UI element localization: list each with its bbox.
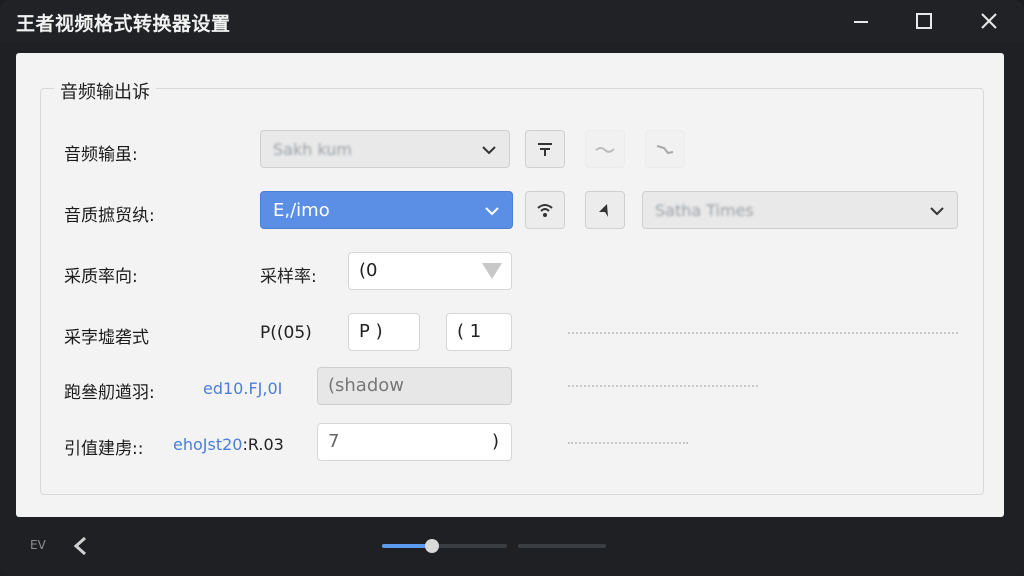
bitrate-field[interactable]: (shadow [317, 367, 512, 405]
bottom-toolbar: EV [0, 520, 1024, 576]
format-select[interactable]: Satha Times [642, 191, 958, 229]
param2-value: ( 1 [457, 321, 482, 342]
value-label: ehoJst20:R.03 [173, 435, 284, 454]
param-field-1[interactable]: P ) [348, 313, 420, 351]
window-title: 王者视频格式转换器设置 [16, 13, 231, 35]
dotted-leader [568, 332, 958, 334]
cursor-button[interactable] [585, 191, 625, 229]
filter-icon [538, 143, 552, 156]
row3-label: 采质率向: [64, 267, 138, 287]
minimize-button[interactable] [844, 6, 878, 36]
curve-icon [656, 145, 674, 155]
signal-button[interactable] [525, 191, 565, 229]
value-label-suffix: :R.03 [242, 435, 284, 454]
row2-label: 音质摭贸纨: [64, 206, 155, 226]
row4-label: 采孛墟砻式 [64, 328, 149, 348]
format-code-label: P((05) [260, 323, 312, 343]
wave-button[interactable] [585, 130, 625, 168]
close-icon [981, 13, 997, 29]
minimize-icon [854, 21, 868, 23]
param-field-2[interactable]: ( 1 [446, 313, 512, 351]
value-label-prefix: ehoJst20 [173, 435, 243, 454]
cursor-icon [599, 204, 608, 217]
ev-label: EV [30, 538, 46, 552]
maximize-button[interactable] [907, 6, 941, 36]
sample-rate-value: (0 [359, 260, 378, 281]
secondary-track [518, 544, 606, 548]
row5-label: 跑叄舠遒羽: [64, 383, 155, 403]
app-window: 王者视频格式转换器设置 音频输出诉 音频输虽: Sakh kum 音质摭贸纨: [0, 0, 1024, 576]
volume-slider[interactable] [382, 539, 507, 553]
audio-quality-select[interactable]: E,/imo [260, 191, 513, 229]
maximize-icon [916, 13, 932, 29]
curve-button[interactable] [645, 130, 685, 168]
audio-quality-value: E,/imo [273, 200, 330, 221]
row6-label: 引值建虏:: [64, 439, 144, 459]
wave-icon [595, 147, 615, 153]
sample-rate-field[interactable]: (0 [348, 252, 512, 290]
settings-panel: 音频输出诉 音频输虽: Sakh kum 音质摭贸纨: E,/imo Satha… [16, 53, 1004, 517]
audio-output-group [40, 88, 984, 495]
close-button[interactable] [972, 6, 1006, 36]
value-field-end: ) [491, 431, 499, 452]
value-field[interactable]: 7 ) [317, 423, 512, 461]
sample-rate-label: 采样率: [260, 267, 317, 287]
chevron-down-icon [482, 146, 496, 155]
value-field-text: 7 [328, 431, 340, 452]
bitrate-value: (shadow [328, 375, 404, 396]
filter-button[interactable] [525, 130, 565, 168]
format-value: Satha Times [655, 201, 754, 220]
chevron-down-icon [485, 207, 499, 216]
audio-output-select[interactable]: Sakh kum [260, 130, 510, 168]
audio-output-value: Sakh kum [273, 140, 352, 159]
bitrate-label: ed10.FJ,0I [203, 379, 283, 398]
param1-value: P ) [359, 321, 383, 342]
signal-icon [537, 204, 553, 217]
row1-label: 音频输虽: [64, 145, 138, 165]
dotted-leader [568, 385, 758, 387]
dropdown-triangle-icon [482, 263, 502, 279]
group-legend: 音频输出诉 [54, 78, 156, 104]
slider-thumb[interactable] [425, 539, 439, 553]
chevron-down-icon [930, 207, 944, 216]
dotted-leader [568, 442, 688, 444]
share-icon[interactable] [70, 535, 90, 557]
title-bar: 王者视频格式转换器设置 [0, 0, 1024, 42]
